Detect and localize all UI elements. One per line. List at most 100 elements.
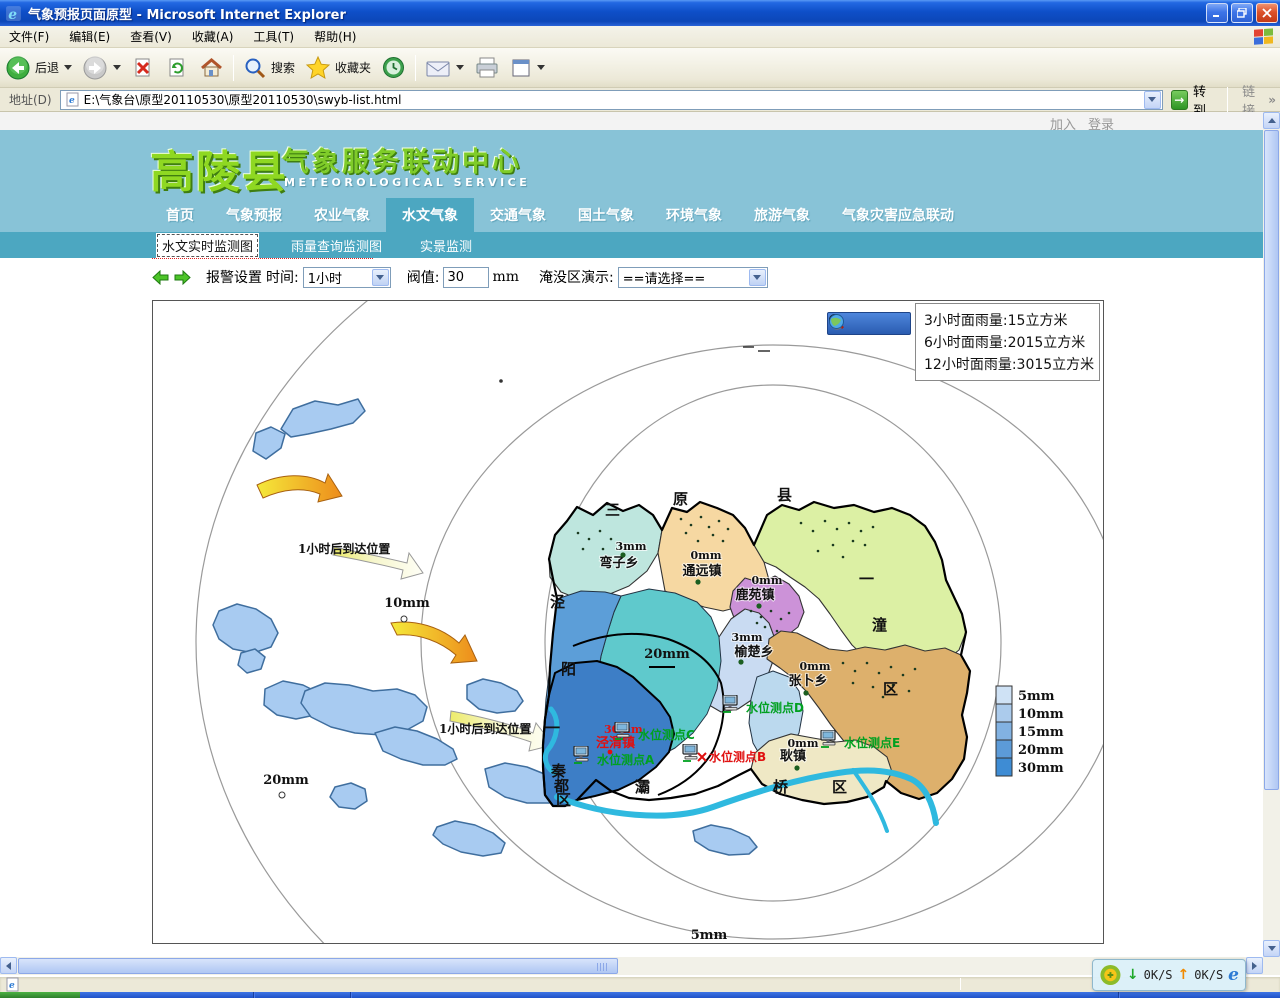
favorites-star-icon: [305, 55, 331, 80]
prev-arrow-button[interactable]: [152, 270, 169, 285]
scroll-up-button[interactable]: [1263, 112, 1280, 129]
window-title: 气象预报页面原型 - Microsoft Internet Explorer: [28, 4, 346, 23]
horizontal-scrollbar[interactable]: [0, 957, 1280, 975]
ring-dot: [499, 379, 503, 383]
restore-button[interactable]: [1231, 3, 1253, 23]
mail-icon: [425, 57, 451, 79]
download-arrow-icon: ↓: [1127, 967, 1139, 983]
home-icon: [199, 56, 224, 80]
menu-tools[interactable]: 工具(T): [244, 26, 303, 47]
security-suite-icon: [1099, 963, 1122, 987]
rain-legend: 5mm 10mm 15mm 20mm 30mm: [996, 686, 1064, 776]
links-chevron-icon[interactable]: »: [1268, 93, 1276, 107]
arrival-label-2: 1小时后到达位置: [439, 721, 531, 736]
menu-favorites[interactable]: 收藏(A): [183, 26, 243, 47]
subnav-rain-query-map[interactable]: 雨量查询监测图: [285, 233, 388, 258]
net-speed-widget[interactable]: ↓ 0K/S ↑ 0K/S e: [1092, 959, 1246, 991]
map-svg: 1小时后到达位置 1小时后到达位置: [153, 301, 1103, 943]
township-name: 耿镇: [780, 748, 806, 764]
menu-help[interactable]: 帮助(H): [305, 26, 365, 47]
nav-tab-agriculture[interactable]: 农业气象: [298, 198, 386, 232]
hydrology-map-canvas[interactable]: 1小时后到达位置 1小时后到达位置: [152, 300, 1104, 944]
svg-text:灞: 灞: [635, 778, 650, 796]
station-icon-e[interactable]: [821, 730, 835, 747]
station-icon-a[interactable]: [574, 746, 588, 763]
favorites-label: 收藏夹: [335, 59, 371, 76]
stop-button[interactable]: [126, 54, 160, 82]
ie-app-icon: e: [5, 5, 22, 22]
home-button[interactable]: [194, 54, 229, 82]
print-button[interactable]: [469, 54, 505, 82]
mail-dropdown-icon[interactable]: [456, 65, 464, 70]
next-arrow-button[interactable]: [174, 270, 191, 285]
edit-button[interactable]: [505, 55, 550, 81]
station-label-e: 水位测点E: [844, 735, 900, 750]
svg-text:区: 区: [883, 680, 898, 698]
subnav-live-view[interactable]: 实景监测: [414, 233, 478, 258]
back-dropdown-icon[interactable]: [64, 65, 72, 70]
history-button[interactable]: [376, 53, 411, 82]
windows-logo-icon: [1254, 28, 1274, 46]
station-icon-c[interactable]: [615, 722, 629, 739]
legend-label: 30mm: [1018, 761, 1064, 776]
scroll-right-button[interactable]: [1246, 957, 1263, 974]
globe-icon[interactable]: [828, 313, 845, 330]
svg-text:原: 原: [673, 490, 688, 508]
forward-dropdown-icon[interactable]: [113, 65, 121, 70]
mail-button[interactable]: [420, 55, 469, 81]
nav-tab-environment[interactable]: 环境气象: [650, 198, 738, 232]
scroll-down-button[interactable]: [1263, 940, 1280, 957]
favorites-button[interactable]: 收藏夹: [300, 53, 376, 82]
nav-tab-tourism[interactable]: 旅游气象: [738, 198, 826, 232]
station-icon-b[interactable]: [683, 744, 697, 761]
ie-shortcut-icon[interactable]: e: [1228, 965, 1239, 985]
svg-text:区: 区: [556, 791, 571, 809]
alert-cross-icon: [698, 753, 706, 761]
alert-town-name: 泾渭镇: [596, 735, 635, 751]
station-icon-d[interactable]: [723, 695, 737, 712]
forward-button[interactable]: [77, 53, 126, 83]
vertical-scroll-thumb[interactable]: [1264, 130, 1279, 790]
rain-value: 0mm: [752, 574, 783, 587]
minimize-button[interactable]: [1206, 3, 1228, 23]
flood-select-dropdown-icon[interactable]: [749, 269, 766, 286]
nav-tab-home[interactable]: 首页: [150, 198, 210, 232]
nav-tab-hydrology[interactable]: 水文气象: [386, 198, 474, 232]
nav-tab-forecast[interactable]: 气象预报: [210, 198, 298, 232]
time-select[interactable]: 1小时: [303, 267, 391, 288]
close-button[interactable]: [1256, 3, 1278, 23]
menu-edit[interactable]: 编辑(E): [60, 26, 119, 47]
time-select-dropdown-icon[interactable]: [372, 269, 389, 286]
stop-icon: [131, 56, 155, 80]
address-input[interactable]: [84, 92, 1144, 108]
nav-tab-traffic[interactable]: 交通气象: [474, 198, 562, 232]
svg-text:20mm: 20mm: [644, 647, 690, 662]
svg-text:阳: 阳: [561, 660, 576, 678]
go-button[interactable]: →: [1171, 90, 1188, 110]
search-button[interactable]: 搜索: [238, 54, 300, 82]
svg-text:e: e: [9, 981, 15, 991]
rainfall-6h: 6小时面雨量:2015立方米: [924, 332, 1091, 352]
subnav-realtime-map[interactable]: 水文实时监测图: [156, 233, 259, 258]
menu-file[interactable]: 文件(F): [0, 26, 58, 47]
time-label: 时间:: [266, 267, 299, 287]
nav-tab-emergency[interactable]: 气象灾害应急联动: [826, 198, 970, 232]
address-dropdown-button[interactable]: [1144, 91, 1161, 109]
menu-view[interactable]: 查看(V): [121, 26, 181, 47]
start-button-edge[interactable]: [0, 992, 80, 998]
address-bar: 地址(D) e → 转到 链接 »: [0, 88, 1280, 112]
toolbar-separator: [233, 55, 234, 81]
horizontal-scroll-thumb[interactable]: [18, 958, 618, 974]
back-button[interactable]: 后退: [0, 53, 77, 83]
svg-text:e: e: [8, 6, 17, 21]
nav-tab-land[interactable]: 国土气象: [562, 198, 650, 232]
threshold-input[interactable]: [443, 267, 489, 288]
address-input-wrap: e: [60, 90, 1163, 110]
scroll-left-button[interactable]: [0, 957, 17, 974]
flood-demo-select[interactable]: ==请选择==: [618, 267, 768, 288]
vertical-scrollbar[interactable]: [1263, 112, 1280, 957]
addressbar-separator: [1227, 87, 1228, 113]
edit-dropdown-icon[interactable]: [537, 65, 545, 70]
download-speed: 0K/S: [1144, 968, 1173, 982]
refresh-button[interactable]: [160, 54, 194, 82]
